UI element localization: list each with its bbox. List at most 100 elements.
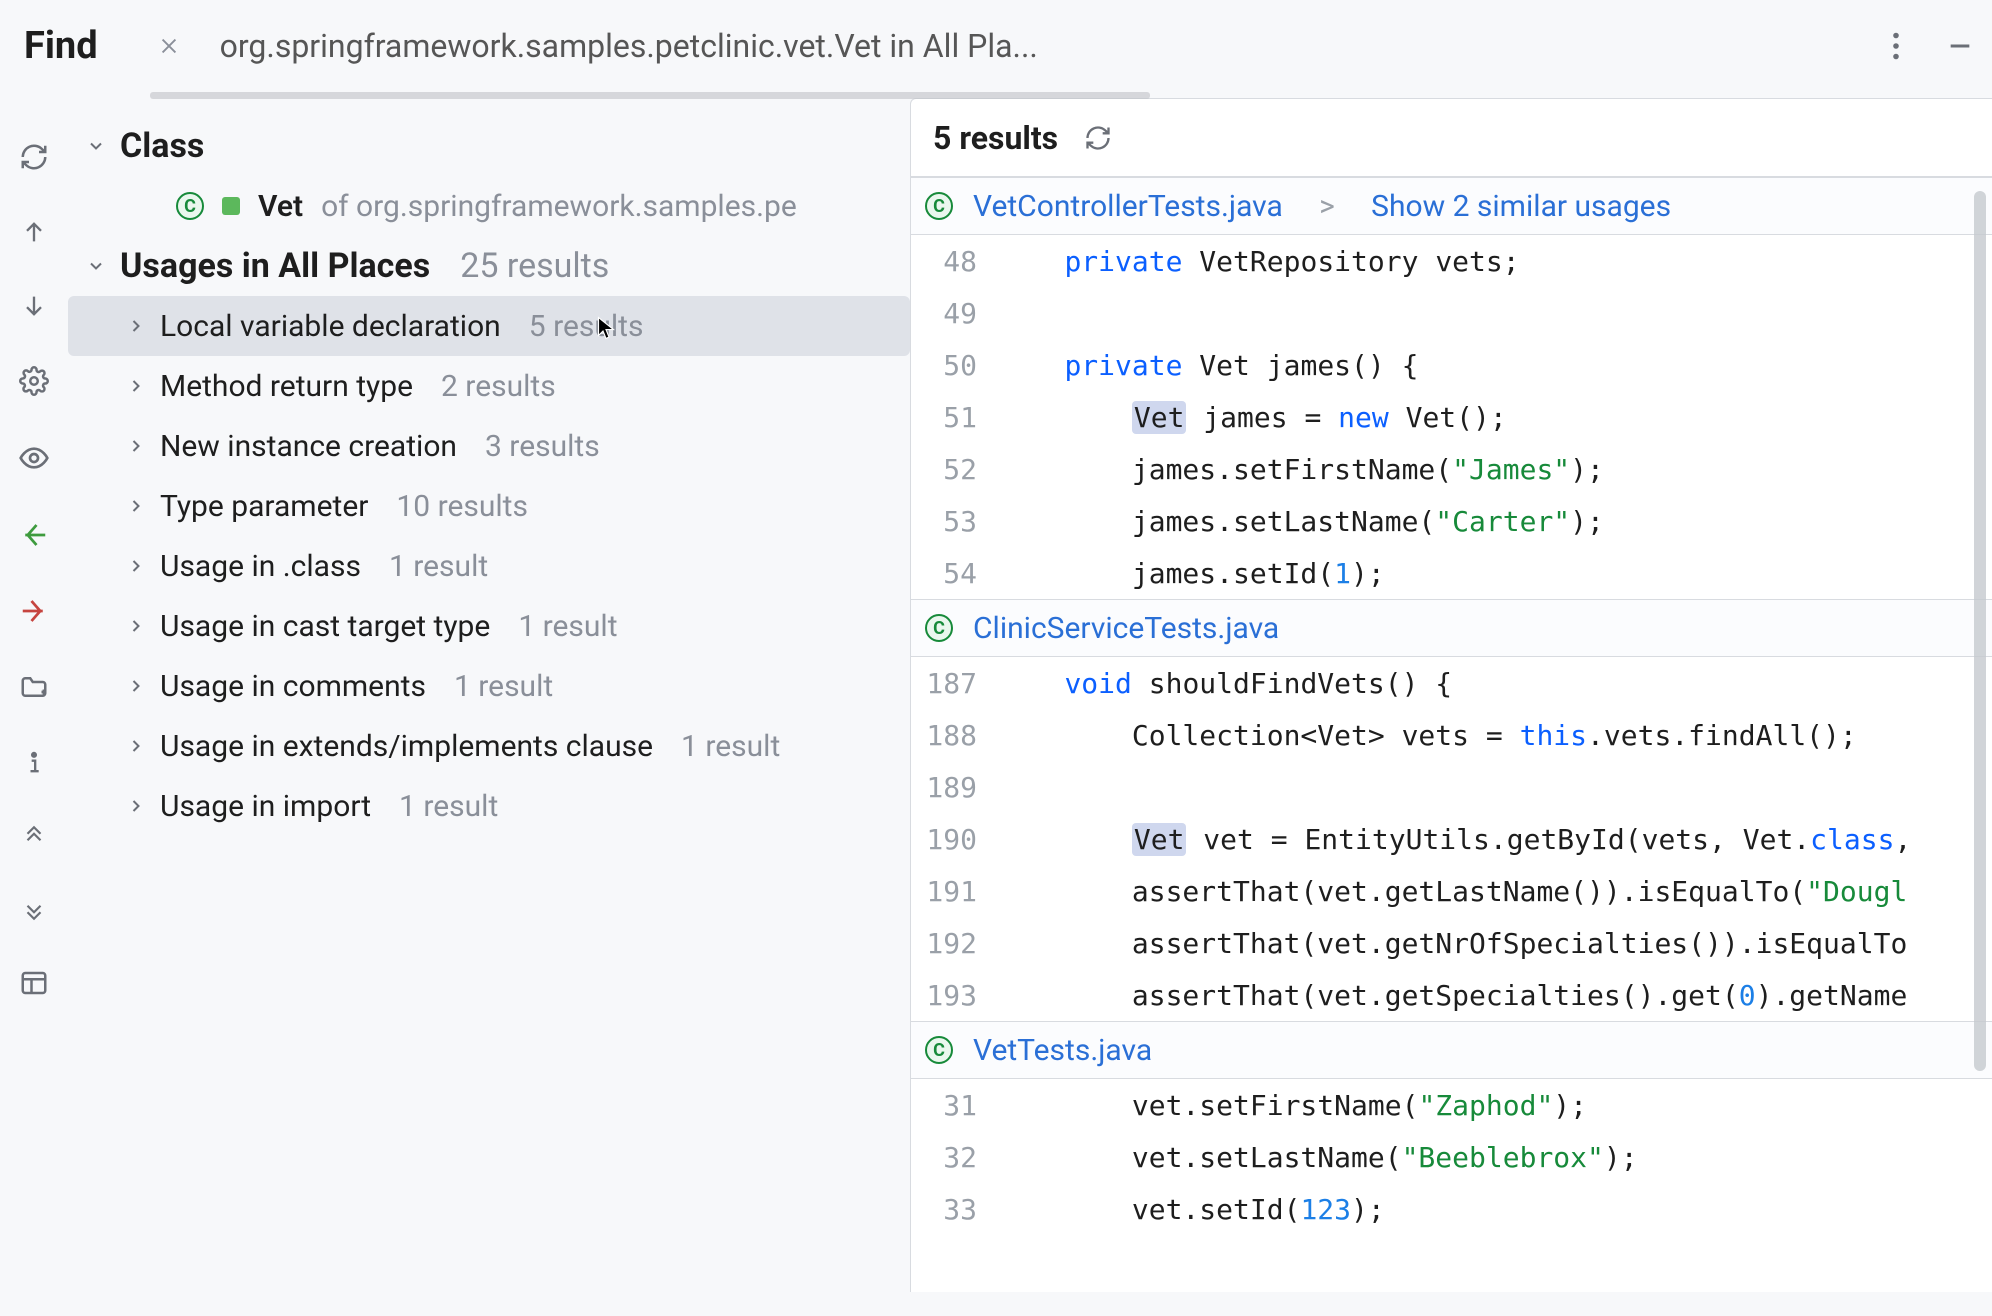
category-count: 1 result — [518, 609, 617, 644]
refresh-icon[interactable] — [15, 138, 53, 176]
code-text: private VetRepository vets; — [997, 245, 1520, 278]
code-text: james.setLastName("Carter"); — [997, 505, 1604, 538]
code-line[interactable]: 52 james.setFirstName("James"); — [911, 443, 1992, 495]
vertical-scrollbar[interactable] — [1974, 191, 1986, 1071]
info-icon[interactable] — [16, 744, 52, 782]
code-line[interactable]: 187 void shouldFindVets() { — [911, 657, 1992, 709]
code-text: james.setId(1); — [997, 557, 1385, 590]
collapse-all-icon[interactable] — [17, 892, 51, 926]
category-count: 1 result — [389, 549, 488, 584]
code-text: james.setFirstName("James"); — [997, 453, 1604, 486]
tree-group-usages[interactable]: Usages in All Places 25 results — [68, 236, 910, 296]
code-line[interactable]: 191 assertThat(vet.getLastName()).isEqua… — [911, 865, 1992, 917]
import-icon[interactable] — [15, 592, 53, 630]
next-occurrence-icon[interactable] — [16, 288, 52, 324]
category-count: 2 results — [441, 369, 556, 404]
line-number: 48 — [911, 245, 997, 278]
code-line[interactable]: 193 assertThat(vet.getSpecialties().get(… — [911, 969, 1992, 1021]
code-line[interactable]: 48 private VetRepository vets; — [911, 235, 1992, 287]
usage-category[interactable]: Usage in cast target type1 result — [68, 596, 910, 656]
usage-category[interactable]: Usage in .class 1 result — [68, 536, 910, 596]
more-icon[interactable] — [1888, 28, 1904, 64]
code-text: vet.setId(123); — [997, 1193, 1385, 1226]
file-header[interactable]: CClinicServiceTests.java — [911, 599, 1992, 657]
class-icon: C — [176, 192, 204, 220]
code-line[interactable]: 32 vet.setLastName("Beeblebrox"); — [911, 1131, 1992, 1183]
category-label: Type parameter — [160, 489, 368, 524]
code-line[interactable]: 190 Vet vet = EntityUtils.getById(vets, … — [911, 813, 1992, 865]
usage-category[interactable]: Method return type 2 results — [68, 356, 910, 416]
line-number: 190 — [911, 823, 997, 856]
usage-category[interactable]: Usage in extends/implements clause1 resu… — [68, 716, 910, 776]
category-count: 3 results — [485, 429, 600, 464]
file-header[interactable]: CVetControllerTests.java > Show 2 simila… — [911, 177, 1992, 235]
usage-category[interactable]: Local variable declaration 5 results — [68, 296, 910, 356]
usage-category[interactable]: New instance creation 3 results — [68, 416, 910, 476]
category-label: Usage in import — [160, 789, 371, 824]
minimize-icon[interactable] — [1942, 28, 1978, 64]
show-similar-link[interactable]: Show 2 similar usages — [1371, 189, 1671, 224]
chevron-right-icon — [126, 736, 148, 756]
results-count: 5 results — [933, 119, 1058, 157]
chevron-right-icon — [126, 376, 148, 396]
category-label: Usage in .class — [160, 549, 361, 584]
line-number: 53 — [911, 505, 997, 538]
category-count: 1 result — [454, 669, 553, 704]
file-marker-icon — [222, 197, 240, 215]
line-number: 193 — [911, 979, 997, 1012]
class-name: Vet — [258, 189, 303, 224]
code-text: assertThat(vet.getLastName()).isEqualTo(… — [997, 875, 1907, 908]
preview-icon[interactable] — [14, 438, 54, 478]
code-text: Vet vet = EntityUtils.getById(vets, Vet.… — [997, 823, 1911, 856]
code-line[interactable]: 50 private Vet james() { — [911, 339, 1992, 391]
code-line[interactable]: 33 vet.setId(123); — [911, 1183, 1992, 1235]
progress-strip — [150, 92, 1150, 99]
category-label: Local variable declaration — [160, 309, 501, 344]
category-label: Method return type — [160, 369, 413, 404]
category-count: 1 result — [681, 729, 780, 764]
line-number: 51 — [911, 401, 997, 434]
code-line[interactable]: 192 assertThat(vet.getNrOfSpecialties())… — [911, 917, 1992, 969]
chevron-right-icon — [126, 496, 148, 516]
category-label: New instance creation — [160, 429, 457, 464]
category-label: Usage in comments — [160, 669, 426, 704]
layout-icon[interactable] — [15, 964, 53, 1002]
settings-icon[interactable] — [15, 362, 53, 400]
chevron-right-icon — [126, 436, 148, 456]
code-line[interactable]: 49 — [911, 287, 1992, 339]
code-text: assertThat(vet.getNrOfSpecialties()).isE… — [997, 927, 1907, 960]
usage-category[interactable]: Type parameter 10 results — [68, 476, 910, 536]
close-icon[interactable] — [158, 27, 180, 65]
tree-group-class[interactable]: Class — [68, 116, 910, 176]
code-line[interactable]: 31 vet.setFirstName("Zaphod"); — [911, 1079, 1992, 1131]
refresh-preview-icon[interactable] — [1080, 120, 1116, 156]
code-line[interactable]: 188 Collection<Vet> vets = this.vets.fin… — [911, 709, 1992, 761]
code-line[interactable]: 53 james.setLastName("Carter"); — [911, 495, 1992, 547]
chevron-right-icon — [126, 556, 148, 576]
category-count: 1 result — [399, 789, 498, 824]
group-count: 25 results — [460, 246, 609, 286]
class-entry[interactable]: C Vet of org.springframework.samples.pe — [68, 176, 910, 236]
code-text: Collection<Vet> vets = this.vets.findAll… — [997, 719, 1857, 752]
code-line[interactable]: 189 — [911, 761, 1992, 813]
new-folder-icon[interactable] — [15, 668, 53, 706]
code-line[interactable]: 54 james.setId(1); — [911, 547, 1992, 599]
category-count: 10 results — [396, 489, 528, 524]
expand-all-icon[interactable] — [17, 820, 51, 854]
file-header[interactable]: CVetTests.java — [911, 1021, 1992, 1079]
chevron-right-icon: > — [1297, 189, 1357, 224]
usage-category[interactable]: Usage in comments 1 result — [68, 656, 910, 716]
prev-occurrence-icon[interactable] — [16, 214, 52, 250]
tool-gutter — [0, 98, 68, 1292]
category-count: 5 results — [529, 309, 644, 344]
chevron-right-icon — [126, 316, 148, 336]
class-package: of org.springframework.samples.pe — [321, 189, 797, 224]
usage-category[interactable]: Usage in import 1 result — [68, 776, 910, 836]
code-text: vet.setFirstName("Zaphod"); — [997, 1089, 1587, 1122]
line-number: 188 — [911, 719, 997, 752]
search-context-path: org.springframework.samples.petclinic.ve… — [220, 27, 1038, 65]
code-line[interactable]: 51 Vet james = new Vet(); — [911, 391, 1992, 443]
export-icon[interactable] — [15, 516, 53, 554]
chevron-right-icon — [126, 676, 148, 696]
line-number: 33 — [911, 1193, 997, 1226]
